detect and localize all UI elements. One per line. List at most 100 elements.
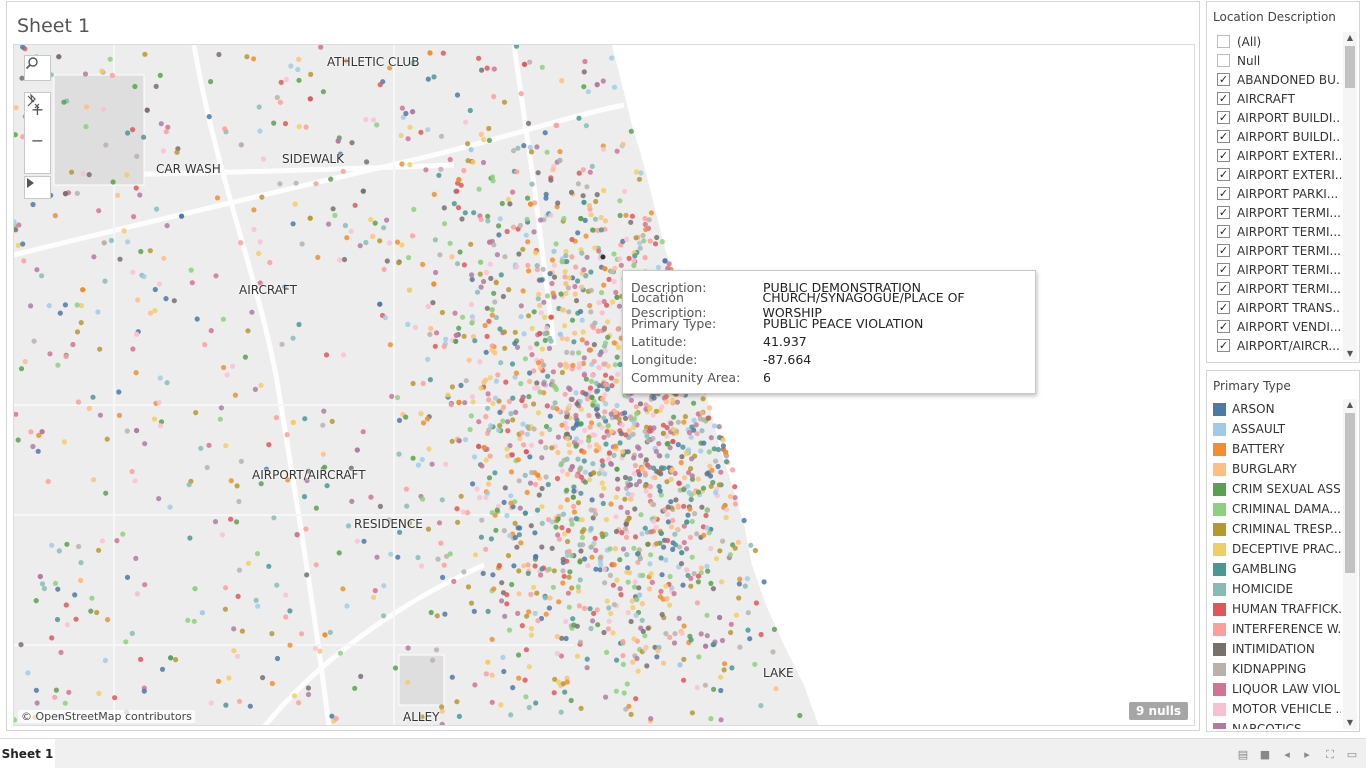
crime-point[interactable] bbox=[566, 442, 572, 448]
crime-point[interactable] bbox=[575, 278, 581, 284]
crime-point[interactable] bbox=[485, 608, 491, 615]
crime-point[interactable] bbox=[528, 632, 535, 638]
crime-point[interactable] bbox=[163, 296, 169, 302]
crime-point[interactable] bbox=[681, 487, 687, 493]
crime-point[interactable] bbox=[52, 580, 59, 587]
crime-point[interactable] bbox=[643, 488, 649, 494]
crime-point[interactable] bbox=[525, 424, 531, 430]
crime-point[interactable] bbox=[713, 556, 720, 562]
crime-point[interactable] bbox=[451, 201, 457, 207]
crime-point[interactable] bbox=[585, 563, 591, 569]
crime-point[interactable] bbox=[631, 636, 637, 642]
crime-point[interactable] bbox=[521, 563, 527, 569]
crime-point[interactable] bbox=[580, 167, 586, 173]
crime-point[interactable] bbox=[266, 442, 272, 448]
crime-point[interactable] bbox=[287, 642, 293, 648]
crime-point[interactable] bbox=[508, 411, 514, 417]
crime-point[interactable] bbox=[735, 539, 742, 545]
crime-point[interactable] bbox=[742, 583, 748, 589]
crime-point[interactable] bbox=[33, 687, 39, 693]
crime-point[interactable] bbox=[581, 372, 588, 378]
crime-point[interactable] bbox=[496, 562, 502, 569]
crime-point[interactable] bbox=[425, 76, 431, 82]
crime-point[interactable] bbox=[386, 240, 393, 246]
crime-point[interactable] bbox=[601, 282, 607, 288]
crime-point[interactable] bbox=[256, 250, 262, 257]
crime-point[interactable] bbox=[543, 474, 549, 480]
crime-point[interactable] bbox=[361, 538, 367, 544]
crime-point[interactable] bbox=[423, 167, 429, 173]
crime-point[interactable] bbox=[559, 422, 565, 428]
crime-point[interactable] bbox=[538, 439, 544, 445]
crime-point[interactable] bbox=[45, 478, 51, 485]
crime-point[interactable] bbox=[363, 239, 369, 246]
scroll-thumb[interactable] bbox=[1345, 413, 1355, 573]
crime-point[interactable] bbox=[56, 548, 62, 554]
crime-point[interactable] bbox=[535, 360, 542, 366]
crime-point[interactable] bbox=[643, 457, 649, 463]
crime-point[interactable] bbox=[39, 429, 45, 435]
crime-point[interactable] bbox=[476, 419, 482, 425]
crime-point[interactable] bbox=[374, 554, 380, 560]
crime-point[interactable] bbox=[188, 267, 194, 273]
crime-point[interactable] bbox=[524, 431, 530, 437]
crime-point[interactable] bbox=[659, 572, 665, 578]
crime-point[interactable] bbox=[442, 221, 448, 227]
crime-point[interactable] bbox=[273, 415, 279, 421]
crime-point[interactable] bbox=[614, 294, 620, 300]
crime-point[interactable] bbox=[567, 403, 573, 409]
crime-point[interactable] bbox=[206, 442, 212, 448]
crime-point[interactable] bbox=[613, 688, 620, 694]
crime-point[interactable] bbox=[95, 309, 101, 315]
crime-point[interactable] bbox=[131, 214, 137, 220]
crime-point[interactable] bbox=[532, 610, 538, 617]
crime-point[interactable] bbox=[593, 566, 599, 572]
filter-item[interactable]: ✓ AIRPORT TERMI... bbox=[1211, 279, 1341, 298]
crime-point[interactable] bbox=[484, 333, 490, 339]
crime-point[interactable] bbox=[647, 484, 653, 490]
crime-point[interactable] bbox=[616, 416, 622, 422]
crime-point[interactable] bbox=[592, 320, 598, 326]
crime-point[interactable] bbox=[395, 394, 401, 401]
crime-point[interactable] bbox=[626, 428, 632, 434]
crime-point[interactable] bbox=[625, 610, 631, 616]
crime-point[interactable] bbox=[583, 391, 589, 397]
crime-point[interactable] bbox=[508, 712, 514, 718]
crime-point[interactable] bbox=[501, 329, 508, 335]
crime-point[interactable] bbox=[639, 531, 645, 537]
crime-point[interactable] bbox=[502, 345, 508, 351]
crime-point[interactable] bbox=[483, 671, 489, 677]
crime-point[interactable] bbox=[546, 566, 552, 572]
crime-point[interactable] bbox=[387, 342, 393, 348]
crime-point[interactable] bbox=[602, 266, 608, 272]
crime-point[interactable] bbox=[617, 256, 623, 262]
crime-point[interactable] bbox=[632, 534, 639, 540]
crime-point[interactable] bbox=[637, 556, 643, 562]
crime-point[interactable] bbox=[588, 507, 594, 513]
crime-point[interactable] bbox=[603, 382, 609, 388]
crime-point[interactable] bbox=[645, 541, 651, 547]
crime-point[interactable] bbox=[586, 203, 593, 209]
crime-point[interactable] bbox=[104, 436, 110, 442]
crime-point[interactable] bbox=[538, 572, 544, 578]
crime-point[interactable] bbox=[324, 483, 330, 489]
crime-point[interactable] bbox=[244, 54, 250, 60]
crime-point[interactable] bbox=[220, 316, 226, 322]
crime-point[interactable] bbox=[631, 262, 637, 268]
crime-point[interactable] bbox=[394, 239, 401, 245]
crime-point[interactable] bbox=[599, 458, 605, 464]
crime-point[interactable] bbox=[679, 630, 685, 637]
crime-point[interactable] bbox=[486, 397, 492, 403]
crime-point[interactable] bbox=[142, 441, 148, 447]
crime-point[interactable] bbox=[151, 416, 158, 422]
scroll-up-arrow-icon[interactable]: ▲ bbox=[1343, 399, 1357, 411]
crime-point[interactable] bbox=[639, 601, 646, 607]
crime-point[interactable] bbox=[420, 380, 426, 387]
crime-point[interactable] bbox=[284, 432, 290, 438]
crime-point[interactable] bbox=[545, 373, 551, 379]
crime-point[interactable] bbox=[396, 417, 403, 423]
crime-point[interactable] bbox=[699, 410, 705, 416]
crime-point[interactable] bbox=[613, 443, 619, 449]
crime-point[interactable] bbox=[463, 378, 469, 384]
crime-point[interactable] bbox=[617, 212, 623, 219]
